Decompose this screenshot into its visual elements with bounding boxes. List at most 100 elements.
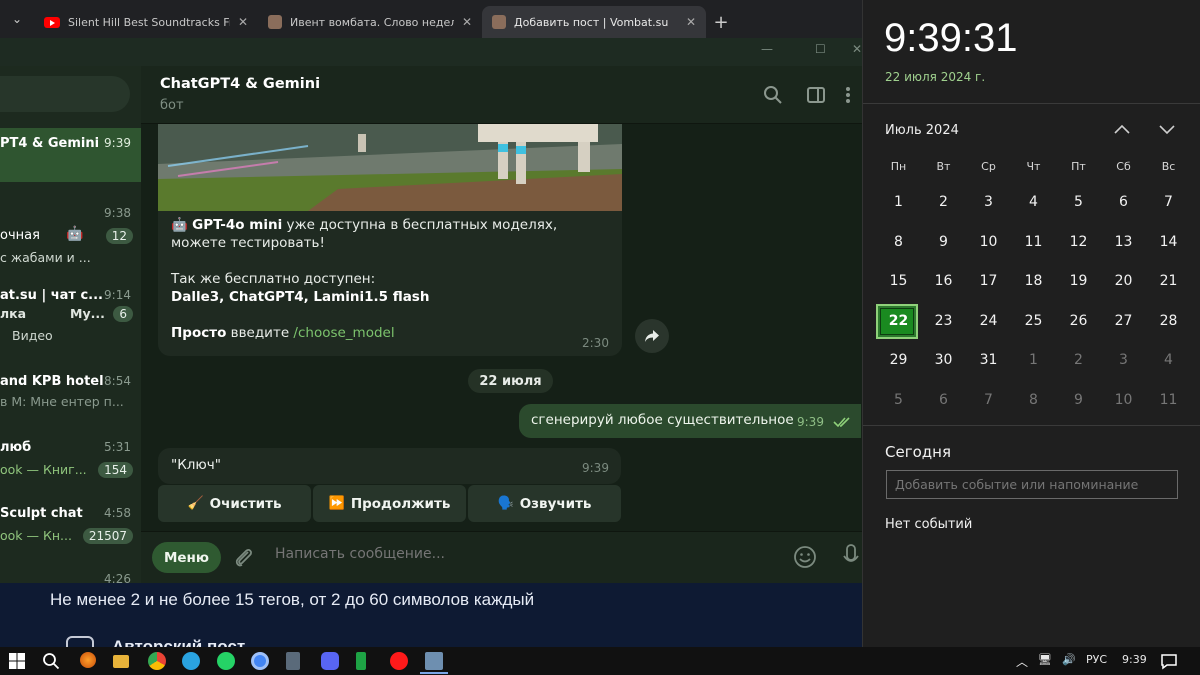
calendar-day[interactable]: 4 <box>1011 182 1056 221</box>
clear-button[interactable]: 🧹 Очистить <box>158 485 311 522</box>
calendar-day[interactable]: 1 <box>1011 340 1056 379</box>
chat-list-item[interactable]: and KPB hotel 8:54 в М: Мне ентер п... <box>0 366 141 420</box>
full-date-link[interactable]: 22 июля 2024 г. <box>885 70 985 84</box>
calendar-day[interactable]: 29 <box>876 340 921 379</box>
close-tab-icon[interactable]: ✕ <box>238 15 248 29</box>
browser-tab-youtube[interactable]: Silent Hill Best Soundtracks Fro ✕ <box>34 6 258 38</box>
message-image[interactable] <box>158 124 622 211</box>
app-icon[interactable] <box>356 652 366 670</box>
calendar-day[interactable]: 21 <box>1146 261 1191 300</box>
new-tab-button[interactable]: + <box>706 6 736 38</box>
calendar-day[interactable]: 8 <box>876 222 921 261</box>
calendar-day[interactable]: 15 <box>876 261 921 300</box>
calendar-day[interactable]: 3 <box>966 182 1011 221</box>
close-window-icon[interactable]: ✕ <box>852 42 862 56</box>
file-explorer-icon[interactable] <box>113 655 129 668</box>
calendar-day[interactable]: 6 <box>921 380 966 419</box>
chat-list-item[interactable]: PT4 & Gemini 9:39 <box>0 128 141 182</box>
close-tab-icon[interactable]: ✕ <box>462 15 472 29</box>
yandex-browser-icon[interactable] <box>390 652 408 670</box>
add-event-input[interactable] <box>886 470 1178 499</box>
calendar-day[interactable]: 9 <box>921 222 966 261</box>
tab-search-chevron-icon[interactable]: ⌄ <box>0 0 34 38</box>
calendar-day[interactable]: 25 <box>1011 301 1056 340</box>
calendar-day[interactable]: 27 <box>1101 301 1146 340</box>
calendar-day[interactable]: 30 <box>921 340 966 379</box>
calendar-day[interactable]: 28 <box>1146 301 1191 340</box>
chat-list-item[interactable]: Sculpt chat 4:58 ook — Кн... 21507 <box>0 498 141 552</box>
maximize-icon[interactable]: ☐ <box>815 42 826 56</box>
calendar-day[interactable]: 17 <box>966 261 1011 300</box>
chevron-down-icon[interactable] <box>1158 121 1176 137</box>
chrome-icon[interactable] <box>148 652 166 670</box>
chevron-up-icon[interactable] <box>1113 121 1131 137</box>
calendar-day[interactable]: 5 <box>1056 182 1101 221</box>
calendar-day[interactable]: 2 <box>921 182 966 221</box>
browser-tab-wombat-event[interactable]: Ивент вомбата. Слово недели ✕ <box>258 6 482 38</box>
taskbar-clock[interactable]: 9:39 <box>1122 653 1147 666</box>
chat-search-input[interactable] <box>0 76 130 112</box>
browser-tab-add-post[interactable]: Добавить пост | Vombat.su ✕ <box>482 6 706 38</box>
attach-paperclip-icon[interactable] <box>233 546 255 570</box>
menu-button[interactable]: Меню <box>152 542 221 573</box>
volume-icon[interactable]: 🔊 <box>1062 653 1076 666</box>
search-icon[interactable] <box>42 652 60 670</box>
calendar-day[interactable]: 24 <box>966 301 1011 340</box>
microphone-icon[interactable] <box>843 544 859 570</box>
calendar-day[interactable]: 2 <box>1056 340 1101 379</box>
language-indicator[interactable]: РУС <box>1086 653 1107 666</box>
sidebar-toggle-icon[interactable] <box>806 85 826 105</box>
calendar-day[interactable]: 10 <box>1101 380 1146 419</box>
calendar-day[interactable]: 3 <box>1101 340 1146 379</box>
chat-list-item[interactable]: очная 🤖 12 с жабами и ... <box>0 220 141 274</box>
minimize-icon[interactable]: — <box>761 42 773 56</box>
chat-list-item[interactable]: люб 5:31 ook — Книг... 154 <box>0 432 141 486</box>
photos-icon[interactable] <box>425 652 443 670</box>
continue-button[interactable]: ⏩ Продолжить <box>313 485 466 522</box>
message-input[interactable] <box>275 546 575 562</box>
forward-button[interactable] <box>635 319 669 353</box>
calendar-day[interactable]: 5 <box>876 380 921 419</box>
month-label[interactable]: Июль 2024 <box>885 123 959 138</box>
calendar-day[interactable]: 8 <box>1011 380 1056 419</box>
calendar-day[interactable]: 7 <box>966 380 1011 419</box>
chat-list-item[interactable]: at.su | чат с... 9:14 лка Му... 6 Видео <box>0 280 141 343</box>
calendar-day[interactable]: 12 <box>1056 222 1101 261</box>
chat-header[interactable]: ChatGPT4 & Gemini бот <box>141 66 862 124</box>
chevron-up-icon[interactable]: ︿ <box>1016 653 1028 670</box>
media-player-icon[interactable] <box>80 652 96 668</box>
calendar-day[interactable]: 7 <box>1146 182 1191 221</box>
calendar-day[interactable]: 23 <box>921 301 966 340</box>
voice-button[interactable]: 🗣️ Озвучить <box>468 485 621 522</box>
search-icon[interactable] <box>763 85 783 105</box>
calendar-day[interactable]: 6 <box>1101 182 1146 221</box>
calendar-day[interactable]: 1 <box>876 182 921 221</box>
calendar-day[interactable]: 18 <box>1011 261 1056 300</box>
emoji-icon[interactable] <box>793 545 817 569</box>
close-tab-icon[interactable]: ✕ <box>686 15 696 29</box>
calendar-day[interactable]: 10 <box>966 222 1011 261</box>
browser-icon[interactable] <box>251 652 269 670</box>
calendar-day[interactable]: 31 <box>966 340 1011 379</box>
calendar-day-today[interactable]: 22 <box>876 301 921 340</box>
windows-start-icon[interactable] <box>8 652 26 670</box>
calendar-day[interactable]: 16 <box>921 261 966 300</box>
calendar-day[interactable]: 13 <box>1101 222 1146 261</box>
discord-icon[interactable] <box>321 652 339 670</box>
calculator-icon[interactable] <box>286 652 300 670</box>
network-icon[interactable]: 🖥 <box>1038 653 1052 666</box>
calendar-day[interactable]: 19 <box>1056 261 1101 300</box>
calendar-day[interactable]: 4 <box>1146 340 1191 379</box>
command-link[interactable]: /choose_model <box>293 325 394 341</box>
chat-list-item[interactable]: 4:26 <box>0 564 141 583</box>
more-vertical-icon[interactable] <box>843 85 853 105</box>
calendar-day[interactable]: 20 <box>1101 261 1146 300</box>
calendar-day[interactable]: 11 <box>1146 380 1191 419</box>
whatsapp-icon[interactable] <box>217 652 235 670</box>
calendar-day[interactable]: 14 <box>1146 222 1191 261</box>
calendar-day[interactable]: 9 <box>1056 380 1101 419</box>
calendar-day[interactable]: 26 <box>1056 301 1101 340</box>
telegram-icon[interactable] <box>182 652 200 670</box>
calendar-day[interactable]: 11 <box>1011 222 1056 261</box>
notifications-icon[interactable] <box>1160 652 1178 670</box>
